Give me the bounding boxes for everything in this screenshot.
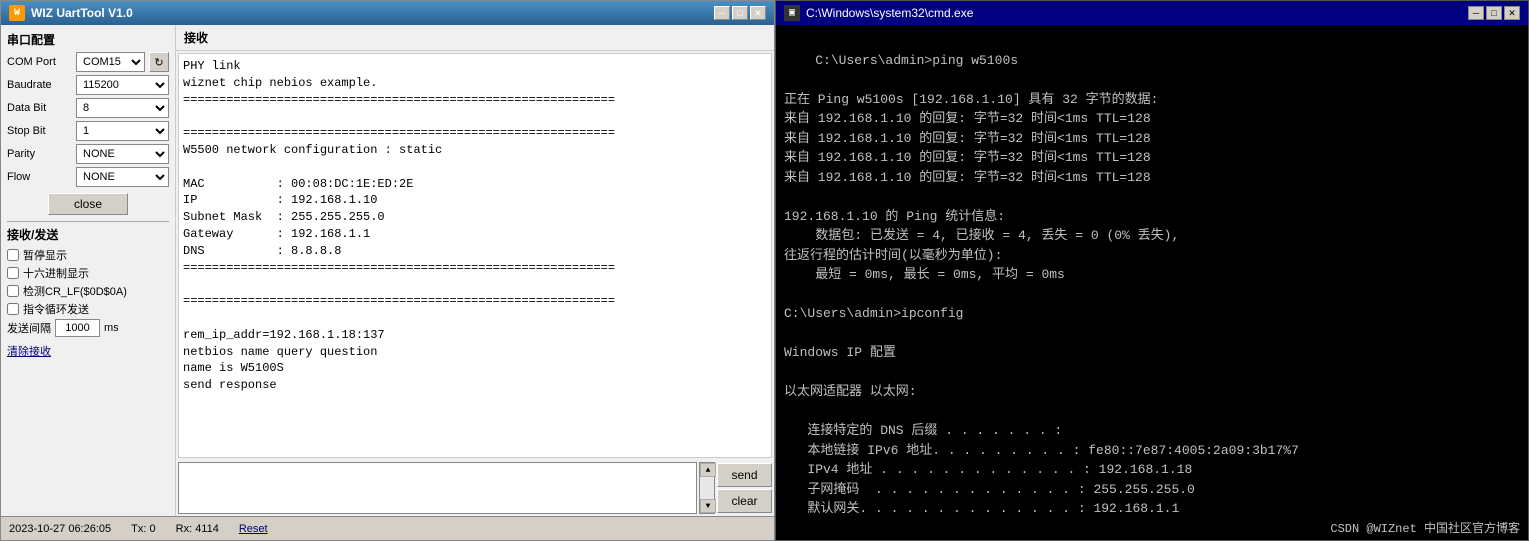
send-scrollbar: ▲ ▼: [699, 462, 715, 514]
cmd-footer: CSDN @WIZnet 中国社区官方博客: [776, 517, 1528, 540]
cmd-minimize-button[interactable]: ─: [1468, 6, 1484, 20]
status-rx: Rx: 4114: [176, 523, 219, 535]
interval-unit: ms: [104, 322, 119, 334]
recv-header: 接收: [176, 25, 774, 51]
cmd-content: C:\Users\admin>ping w5100s 正在 Ping w5100…: [776, 25, 1528, 517]
com-port-row: COM Port COM15 ↻: [7, 52, 169, 72]
data-bit-select[interactable]: 8: [76, 98, 169, 118]
wiz-app-icon: W: [9, 5, 25, 21]
stop-bit-row: Stop Bit 1: [7, 121, 169, 141]
sidebar: 串口配置 COM Port COM15 ↻ Baudrate 115200 Da…: [1, 25, 176, 516]
cmd-title-text: C:\Windows\system32\cmd.exe: [806, 6, 973, 20]
status-bar: 2023-10-27 06:26:05 Tx: 0 Rx: 4114 Reset: [1, 516, 774, 540]
cmd-window: ▣ C:\Windows\system32\cmd.exe ─ □ ✕ C:\U…: [775, 0, 1529, 541]
flow-label: Flow: [7, 171, 72, 183]
pause-display-label: 暂停显示: [23, 247, 67, 263]
stop-bit-label: Stop Bit: [7, 125, 72, 137]
loop-send-row: 指令循环发送: [7, 301, 169, 317]
wiz-content: 串口配置 COM Port COM15 ↻ Baudrate 115200 Da…: [1, 25, 774, 516]
serial-close-button[interactable]: close: [48, 193, 128, 215]
loop-send-checkbox[interactable]: [7, 303, 19, 315]
rx-value: 4114: [195, 523, 219, 535]
cmd-title-left: ▣ C:\Windows\system32\cmd.exe: [784, 5, 973, 21]
send-buttons: send clear: [717, 462, 772, 514]
wiz-window: W WIZ UartTool V1.0 ─ □ ✕ 串口配置 COM Port …: [0, 0, 775, 541]
detect-cr-lf-checkbox[interactable]: [7, 285, 19, 297]
send-scroll-down[interactable]: ▼: [700, 499, 716, 513]
com-port-label: COM Port: [7, 56, 72, 68]
stop-bit-select[interactable]: 1: [76, 121, 169, 141]
send-button[interactable]: send: [717, 463, 772, 487]
tx-value: 0: [150, 523, 156, 535]
recv-send-title: 接收/发送: [7, 226, 169, 243]
flow-row: Flow NONE: [7, 167, 169, 187]
status-datetime: 2023-10-27 06:26:05: [9, 523, 111, 535]
status-reset-link[interactable]: Reset: [239, 523, 268, 535]
send-area: ▲ ▼ send clear: [176, 460, 774, 516]
hex-display-row: 十六进制显示: [7, 265, 169, 281]
wiz-title-text: WIZ UartTool V1.0: [31, 6, 133, 20]
hex-display-checkbox[interactable]: [7, 267, 19, 279]
detect-cr-lf-label: 检测CR_LF($0D$0A): [23, 283, 127, 299]
rx-label: Rx:: [176, 523, 193, 535]
wiz-close-button[interactable]: ✕: [750, 6, 766, 20]
hex-display-label: 十六进制显示: [23, 265, 89, 281]
pause-display-checkbox[interactable]: [7, 249, 19, 261]
pause-display-row: 暂停显示: [7, 247, 169, 263]
parity-label: Parity: [7, 148, 72, 160]
parity-row: Parity NONE: [7, 144, 169, 164]
loop-send-label: 指令循环发送: [23, 301, 89, 317]
recv-display: PHY link wiznet chip nebios example. ===…: [178, 53, 772, 458]
recv-content: PHY link wiznet chip nebios example. ===…: [183, 59, 615, 392]
cmd-maximize-button[interactable]: □: [1486, 6, 1502, 20]
interval-label: 发送间隔: [7, 320, 51, 336]
data-bit-row: Data Bit 8: [7, 98, 169, 118]
cmd-app-icon: ▣: [784, 5, 800, 21]
cmd-title-bar: ▣ C:\Windows\system32\cmd.exe ─ □ ✕: [776, 1, 1528, 25]
data-bit-label: Data Bit: [7, 102, 72, 114]
cmd-text: C:\Users\admin>ping w5100s 正在 Ping w5100…: [784, 53, 1299, 518]
sidebar-divider: [7, 221, 169, 222]
interval-row: 发送间隔 ms: [7, 319, 169, 337]
detect-cr-lf-row: 检测CR_LF($0D$0A): [7, 283, 169, 299]
interval-input[interactable]: [55, 319, 100, 337]
title-bar-left: W WIZ UartTool V1.0: [9, 5, 133, 21]
cmd-title-controls: ─ □ ✕: [1468, 6, 1520, 20]
serial-config-title: 串口配置: [7, 31, 169, 48]
main-area: 接收 PHY link wiznet chip nebios example. …: [176, 25, 774, 516]
wiz-title-bar: W WIZ UartTool V1.0 ─ □ ✕: [1, 1, 774, 25]
send-scroll-track[interactable]: [700, 477, 714, 499]
status-tx: Tx: 0: [131, 523, 155, 535]
cmd-close-button[interactable]: ✕: [1504, 6, 1520, 20]
parity-select[interactable]: NONE: [76, 144, 169, 164]
wiz-minimize-button[interactable]: ─: [714, 6, 730, 20]
clear-button[interactable]: clear: [717, 489, 772, 513]
tx-label: Tx:: [131, 523, 146, 535]
send-scroll-up[interactable]: ▲: [700, 463, 716, 477]
wiz-maximize-button[interactable]: □: [732, 6, 748, 20]
clear-recv-link[interactable]: 清除接收: [7, 343, 51, 359]
baudrate-row: Baudrate 115200: [7, 75, 169, 95]
wiz-title-controls: ─ □ ✕: [714, 6, 766, 20]
baudrate-label: Baudrate: [7, 79, 72, 91]
com-port-select[interactable]: COM15: [76, 52, 145, 72]
com-port-refresh-button[interactable]: ↻: [149, 52, 169, 72]
send-textarea[interactable]: [178, 462, 697, 514]
flow-select[interactable]: NONE: [76, 167, 169, 187]
baudrate-select[interactable]: 115200: [76, 75, 169, 95]
